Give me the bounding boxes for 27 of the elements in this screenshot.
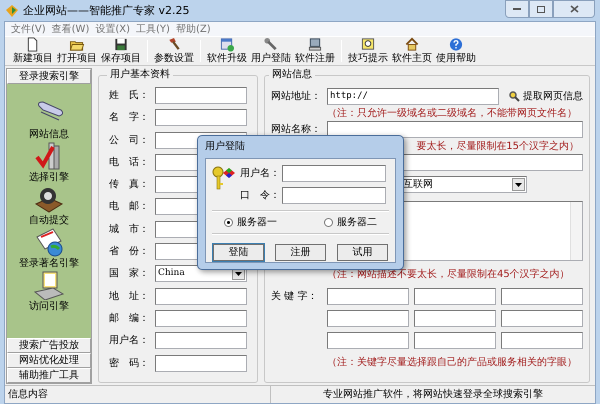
group-title: 网站信息 — [271, 68, 313, 82]
field-label: 邮 编： — [109, 312, 150, 325]
note-text: 要太长，尽量限制在15个汉字之内） — [415, 140, 579, 152]
field-label: 电 邮： — [109, 200, 150, 214]
field-label: 省 份： — [109, 245, 150, 258]
window-title: 企业网站——智能推广专家 v2.25 — [23, 4, 190, 17]
field-label: 城 市： — [109, 222, 150, 236]
note-text: （注：只允许一级域名或二级域名，不能带网页文件名） — [327, 106, 578, 120]
field-label: 用户名： — [240, 166, 281, 180]
dialog-title: 用户登陆 — [205, 140, 246, 154]
field-label: 地 址： — [109, 290, 150, 303]
field-label: 网站地址： — [271, 90, 322, 103]
group-title: 用户基本资料 — [109, 68, 171, 82]
field-label: 关 键 字： — [271, 290, 318, 304]
field-label: 网站名称： — [271, 123, 322, 136]
field-label: 口 令： — [240, 188, 281, 202]
status-text: 信息内容 — [5, 386, 271, 403]
field-label: 电 话： — [109, 156, 150, 169]
field-label: 公 司： — [109, 134, 150, 147]
field-label: 传 真： — [109, 178, 150, 192]
field-label: 用户名： — [109, 334, 150, 348]
note-text: （注：关键字尽量选择跟自己的产品或服务相关的字眼） — [327, 356, 578, 368]
field-label: 姓 氏： — [109, 89, 150, 102]
field-label: 密 码： — [109, 356, 150, 370]
field-label: 名 字： — [109, 111, 150, 124]
status-text: 专业网站推广软件，将网站快速登录全球搜索引擎 — [322, 388, 544, 402]
field-label: 国 家： — [109, 267, 150, 280]
